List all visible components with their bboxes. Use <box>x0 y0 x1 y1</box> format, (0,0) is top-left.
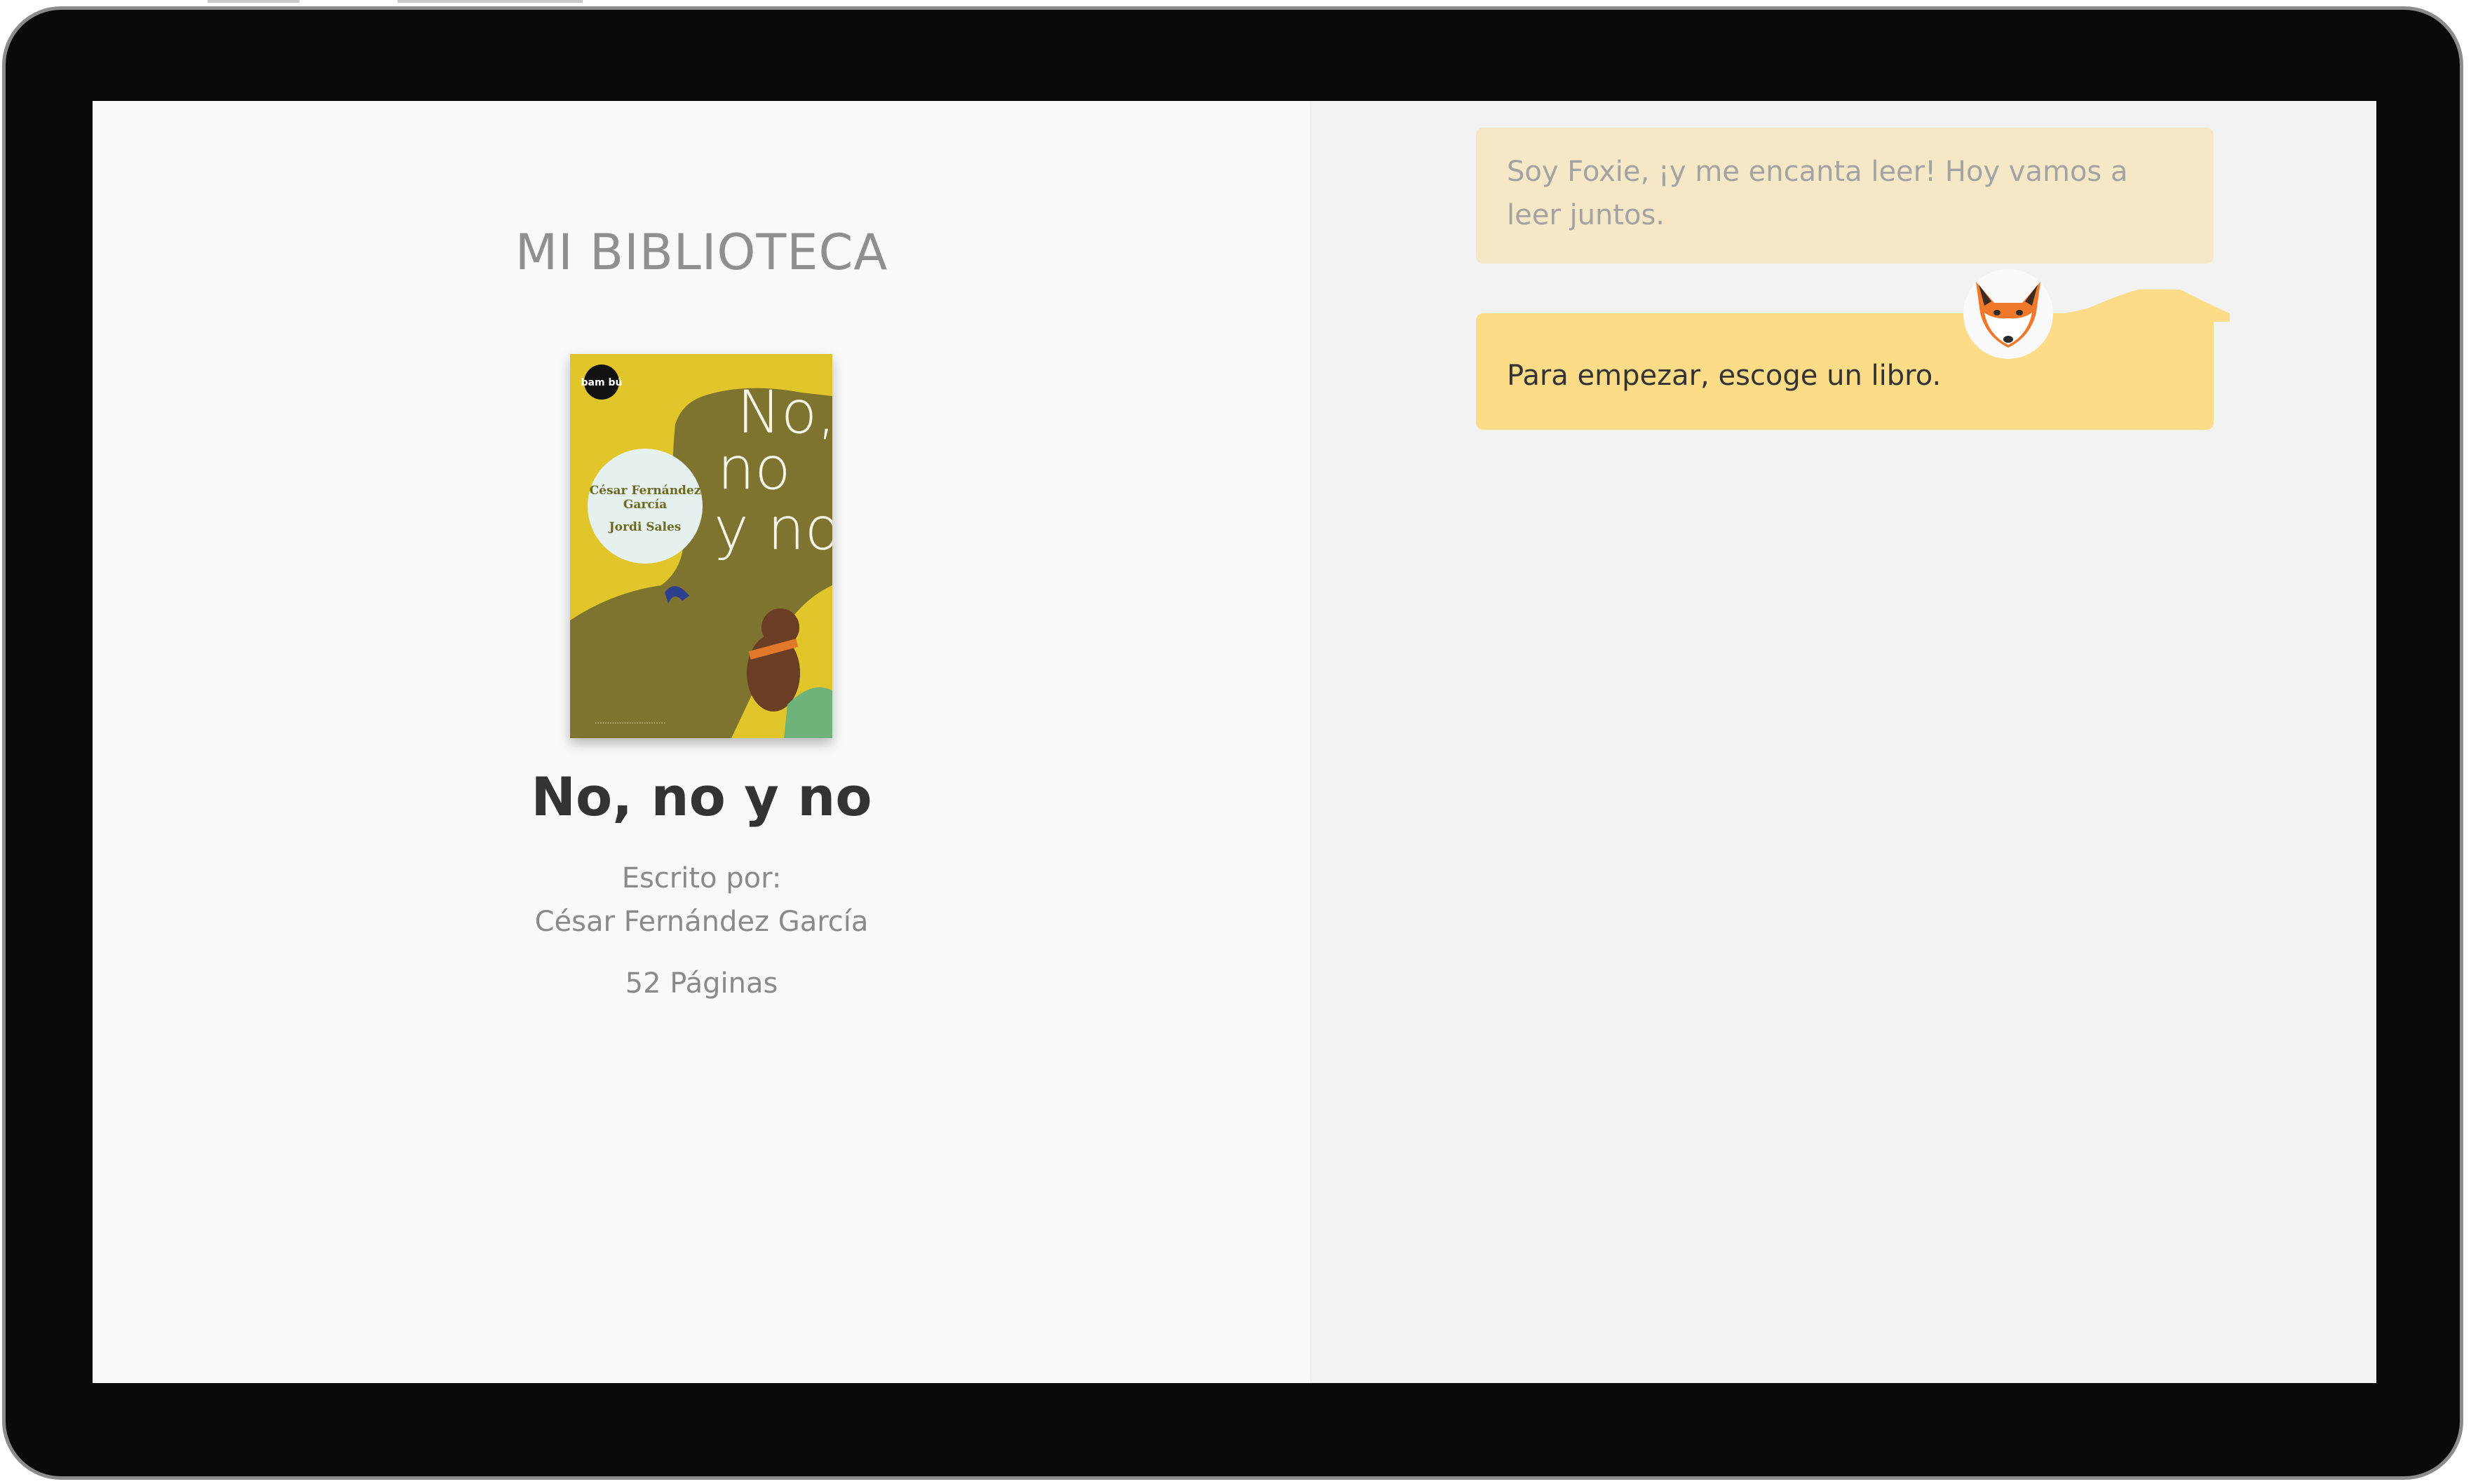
chat-panel: Soy Foxie, ¡y me encanta leer! Hoy vamos… <box>1311 101 2376 1383</box>
fox-icon <box>1976 282 2040 348</box>
chat-message-previous: Soy Foxie, ¡y me encanta leer! Hoy vamos… <box>1476 128 2214 264</box>
book-author: César Fernández García <box>534 906 869 938</box>
device-button <box>398 0 583 3</box>
book-title[interactable]: No, no y no <box>93 765 1311 828</box>
foxie-avatar <box>1963 269 2053 359</box>
publisher-logo-text: bam bú <box>581 377 623 388</box>
device-button <box>208 0 299 3</box>
library-panel: MI BIBLIOTECA bam bú César Fernández Gar… <box>93 101 1311 1383</box>
written-by-label: Escrito por: <box>621 862 782 894</box>
cover-title-line-3: y no <box>714 494 832 563</box>
cover-award-text: ····························· <box>595 719 665 728</box>
cover-illustrator: Jordi Sales <box>608 520 682 534</box>
app-screen: MI BIBLIOTECA bam bú César Fernández Gar… <box>93 101 2376 1383</box>
library-title: MI BIBLIOTECA <box>515 224 888 281</box>
book-cover[interactable]: bam bú César Fernández García Jordi Sale… <box>570 354 841 738</box>
cover-title-line-2: no <box>717 434 791 503</box>
book-pages: 52 Páginas <box>625 967 778 1000</box>
chat-message-current: Para empezar, escoge un libro. <box>1476 313 2214 430</box>
cover-author-line-1: César Fernández <box>590 484 701 498</box>
cover-author-line-2: García <box>623 498 667 512</box>
